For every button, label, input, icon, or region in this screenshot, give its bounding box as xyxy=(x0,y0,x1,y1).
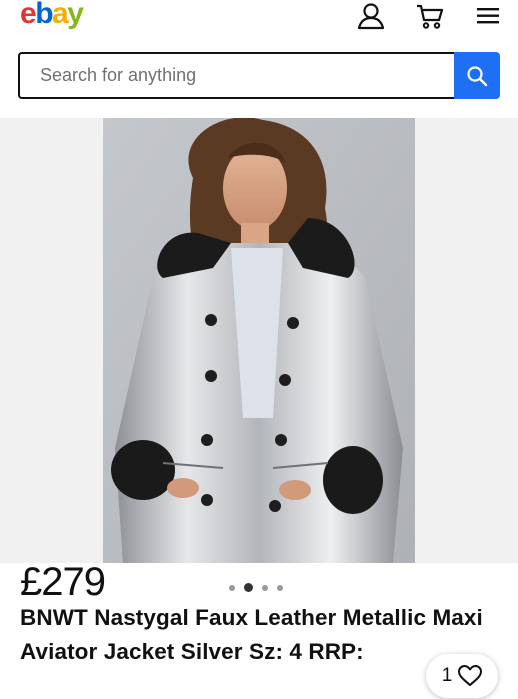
image-gallery[interactable]: 1 xyxy=(0,118,518,698)
logo-letter-a: a xyxy=(52,0,69,30)
search-input[interactable] xyxy=(18,52,454,99)
gallery-dot[interactable] xyxy=(277,584,283,591)
price: £279 xyxy=(20,560,106,604)
gallery-dot-active[interactable] xyxy=(244,583,253,592)
menu-icon[interactable] xyxy=(474,2,504,30)
logo-letter-b: b xyxy=(35,0,53,30)
search-bar xyxy=(18,52,500,99)
gallery-dot[interactable] xyxy=(262,584,268,591)
search-button[interactable] xyxy=(454,52,500,99)
logo-letter-y: y xyxy=(67,0,84,30)
cart-icon[interactable] xyxy=(415,2,445,30)
ebay-logo[interactable]: ebay xyxy=(20,0,84,34)
search-icon xyxy=(467,65,488,86)
account-icon[interactable] xyxy=(356,2,386,30)
product-photo[interactable] xyxy=(103,118,415,563)
logo-letter-e: e xyxy=(20,0,37,30)
gallery-pagination-dots xyxy=(229,583,283,592)
listing-title: BNWT Nastygal Faux Leather Metallic Maxi… xyxy=(20,605,483,664)
gallery-dot[interactable] xyxy=(229,584,235,591)
header: ebay xyxy=(0,0,518,44)
